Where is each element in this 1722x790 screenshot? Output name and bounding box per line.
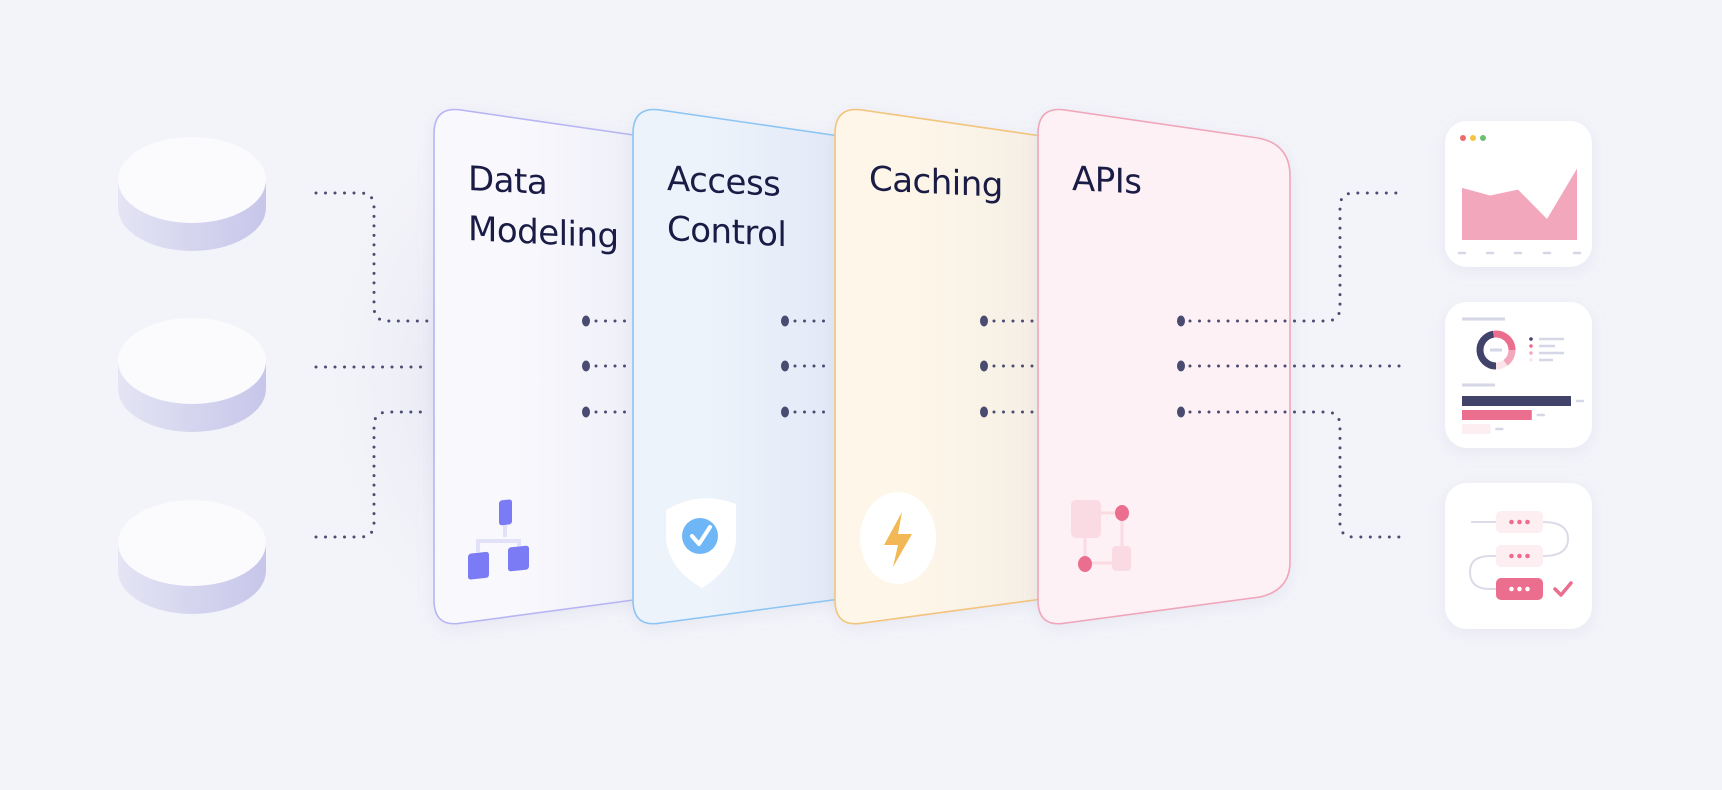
bar: [1462, 410, 1532, 420]
window-dot: [1470, 135, 1476, 141]
step-dot: [1525, 519, 1530, 525]
connector-port-dot: [980, 406, 988, 418]
api-node-square: [1112, 546, 1131, 571]
api-node-square: [1071, 500, 1101, 538]
donut-segment: [1495, 359, 1508, 370]
api-node-dot: [1115, 505, 1129, 521]
bar: [1462, 424, 1491, 434]
legend-dot: [1529, 337, 1533, 341]
cylinder-top: [118, 318, 266, 404]
database-cylinder-icon: [118, 318, 266, 432]
connector-port-dot: [582, 315, 590, 327]
step-dot: [1517, 519, 1522, 525]
step-dot: [1525, 586, 1530, 592]
layer-title-line: Control: [667, 209, 786, 255]
connector-port-dot: [980, 315, 988, 327]
area-chart-panel[interactable]: [1445, 121, 1592, 267]
layer-card[interactable]: APIs: [1037, 108, 1291, 625]
layer-title-line: Data: [468, 159, 547, 203]
workflow-step: [1496, 511, 1543, 533]
database-cylinder-icon: [118, 137, 266, 251]
connector-port-dot: [781, 360, 789, 372]
layer-title-line: Access: [667, 159, 780, 205]
connector-port-dot: [980, 360, 988, 372]
step-dot: [1517, 553, 1522, 559]
window-dot: [1480, 135, 1486, 141]
layer-title-line: Caching: [869, 159, 1003, 206]
cylinder-top: [118, 137, 266, 223]
connector-port-dot: [582, 406, 590, 418]
hierarchy-node: [499, 499, 512, 526]
connector-port-dot: [1177, 315, 1185, 327]
architecture-diagram: Data Modeling AccessControl Caching APIs: [118, 80, 1592, 680]
layer-title: Caching: [869, 159, 1003, 206]
legend-dot: [1529, 358, 1533, 362]
workflow-panel[interactable]: [1445, 483, 1592, 629]
hierarchy-node: [508, 545, 529, 572]
database-cylinder-icon: [118, 500, 266, 614]
legend-dot: [1529, 351, 1533, 355]
workflow-step: [1496, 578, 1543, 600]
connector-port-dot: [582, 360, 590, 372]
bar: [1462, 396, 1571, 406]
legend-dot: [1529, 344, 1533, 348]
step-dot: [1509, 519, 1514, 525]
connector-port-dot: [1177, 406, 1185, 418]
workflow-step: [1496, 545, 1543, 567]
dashboard-panel[interactable]: [1445, 302, 1592, 448]
connector-port-dot: [1177, 360, 1185, 372]
layer-title: APIs: [1072, 159, 1141, 203]
step-dot: [1517, 586, 1522, 592]
layer-title-line: Modeling: [468, 209, 619, 257]
api-node-dot: [1078, 556, 1092, 572]
step-dot: [1509, 553, 1514, 559]
lightning-bolt-icon: [860, 492, 936, 584]
layer-title-line: APIs: [1072, 159, 1141, 203]
window-dot: [1460, 135, 1466, 141]
hierarchy-node: [468, 551, 489, 580]
cylinder-top: [118, 500, 266, 586]
step-dot: [1509, 586, 1514, 592]
step-dot: [1525, 553, 1530, 559]
connector-port-dot: [781, 315, 789, 327]
connector-port-dot: [781, 406, 789, 418]
check-circle: [682, 518, 718, 554]
